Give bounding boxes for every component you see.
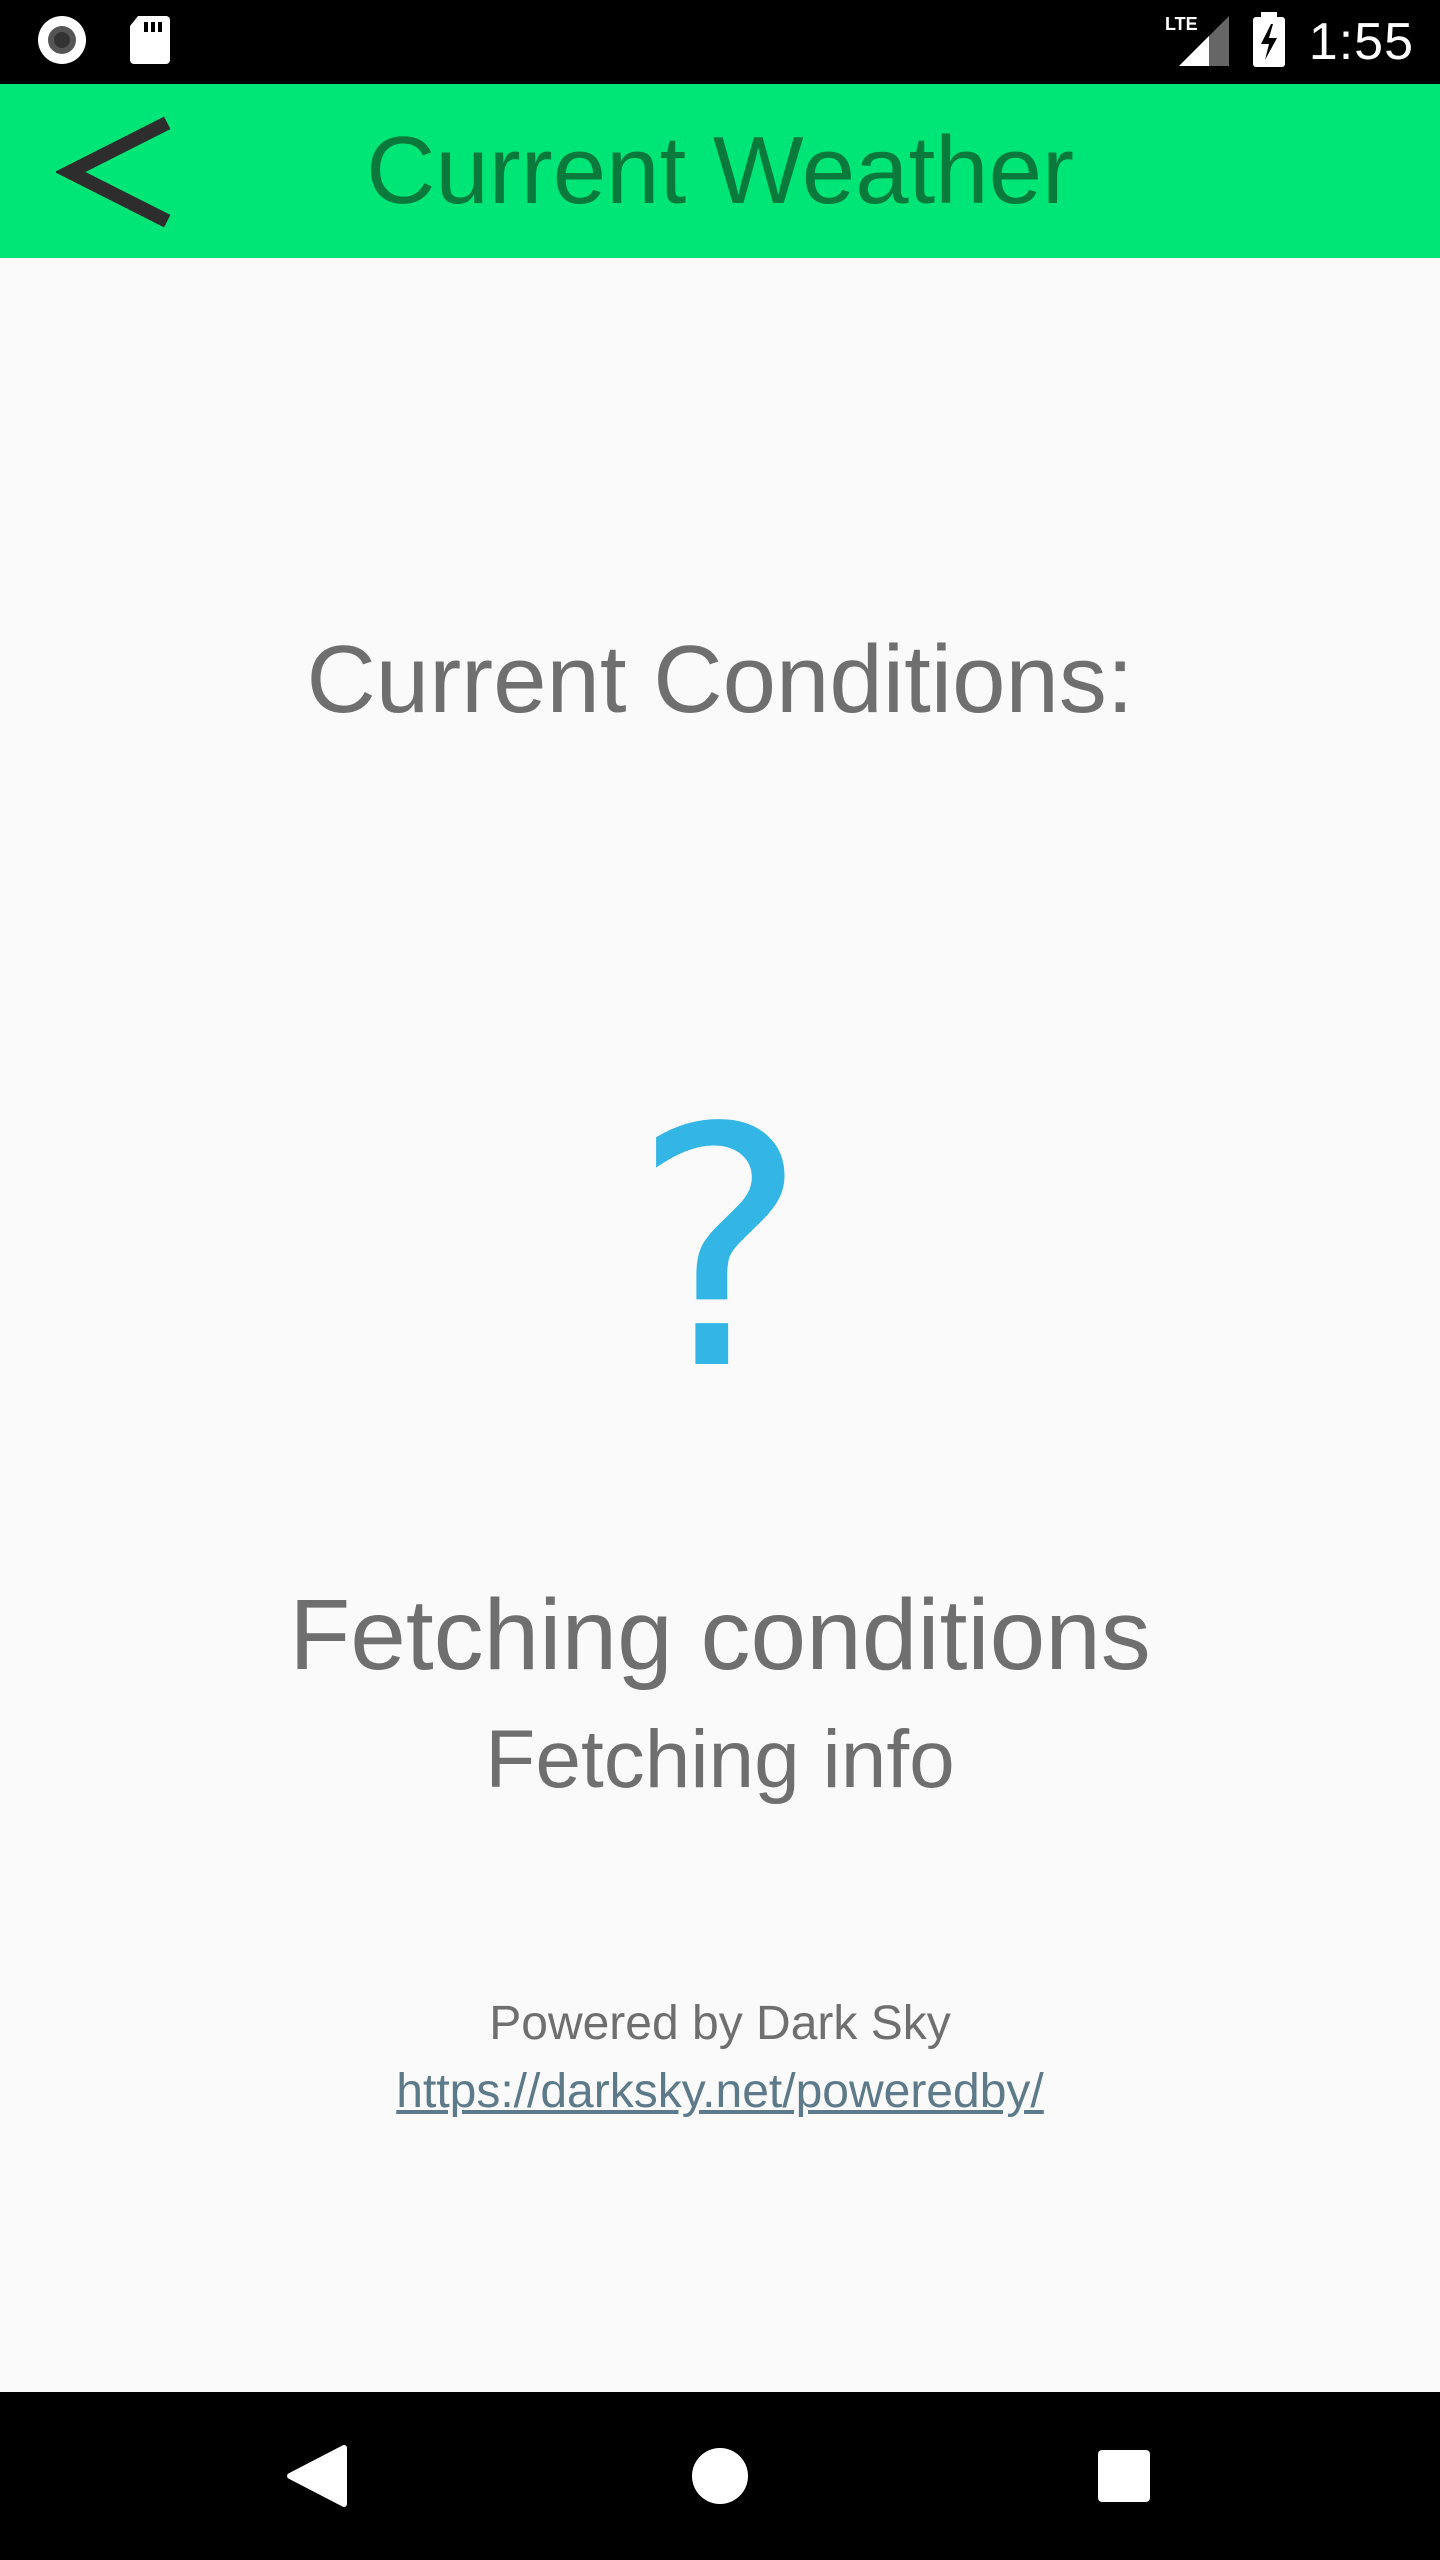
sd-card-icon (128, 14, 172, 71)
nav-bar (0, 2392, 1440, 2560)
unknown-weather-question-icon: ? (632, 1058, 808, 1442)
powered-by-label: Powered by Dark Sky (489, 1997, 951, 2050)
powered-by-link-container: https://darksky.net/poweredby/ (0, 2058, 1440, 2126)
conditions-text: Fetching conditions (289, 1579, 1151, 1691)
status-bar: LTE 1:55 (0, 0, 1440, 84)
back-button[interactable] (54, 112, 176, 232)
lte-signal-icon: LTE (1165, 12, 1229, 73)
nav-recents-button[interactable] (1074, 2426, 1174, 2526)
nav-home-button[interactable] (670, 2426, 770, 2526)
status-clock: 1:55 (1308, 13, 1414, 71)
weather-icon: ? (620, 1085, 820, 1415)
home-circle-icon (692, 2448, 748, 2504)
current-conditions-label: Current Conditions: (306, 626, 1134, 733)
chevron-left-icon (54, 116, 171, 228)
powered-by-link[interactable]: https://darksky.net/poweredby/ (396, 2065, 1043, 2118)
battery-charging-icon (1251, 11, 1287, 73)
recents-square-icon (1098, 2450, 1150, 2502)
nav-back-button[interactable] (266, 2426, 366, 2526)
status-right-icons: LTE 1:55 (1165, 10, 1414, 74)
status-left-icons (36, 14, 172, 71)
page-title: Current Weather (366, 117, 1074, 224)
app-bar: Current Weather (0, 84, 1440, 258)
record-icon (36, 14, 88, 71)
info-text: Fetching info (485, 1714, 955, 1805)
back-triangle-icon (287, 2445, 347, 2507)
network-type-label: LTE (1165, 14, 1198, 34)
